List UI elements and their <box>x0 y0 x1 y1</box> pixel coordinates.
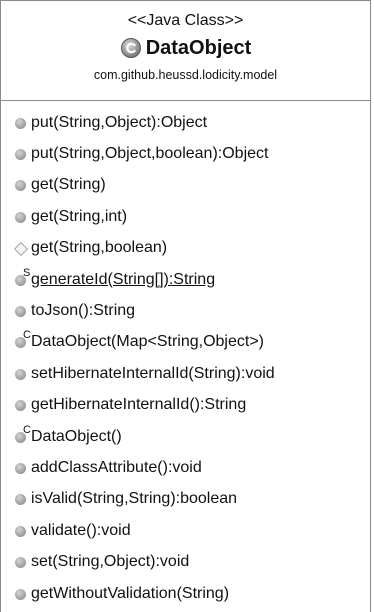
class-header: <<Java Class>> DataObject com.github.heu… <box>1 1 370 101</box>
member-signature: get(String,int) <box>31 207 128 225</box>
class-member: C DataObject(Map<String,Object>) <box>1 327 370 358</box>
class-member: set(String,Object):void <box>1 546 370 577</box>
class-member: setHibernateInternalId(String):void <box>1 358 370 389</box>
class-member: getWithoutValidation(String) <box>1 578 370 609</box>
member-signature: getHibernateInternalId():String <box>31 396 247 414</box>
public-visibility-icon <box>1 113 31 133</box>
public-visibility-icon <box>1 489 31 509</box>
member-signature: DataObject() <box>31 427 122 445</box>
public-visibility-icon <box>1 458 31 478</box>
class-member: SgenerateId(String[]):String <box>1 264 370 295</box>
class-member: get(String) <box>1 170 370 201</box>
public-visibility-icon <box>1 207 31 227</box>
public-visibility-icon <box>1 521 31 541</box>
member-signature: put(String,Object,boolean):Object <box>31 145 269 163</box>
public-visibility-icon <box>1 364 31 384</box>
public-visibility-icon <box>1 301 31 321</box>
package-visibility-icon <box>1 238 31 258</box>
member-signature: get(String,boolean) <box>31 239 168 257</box>
constructor-modifier-icon: C <box>23 423 31 436</box>
public-visibility-icon: S <box>1 266 31 290</box>
class-package: com.github.heussd.lodicity.model <box>93 68 278 82</box>
public-visibility-icon <box>1 175 31 195</box>
public-visibility-icon <box>1 584 31 604</box>
member-signature: isValid(String,String):boolean <box>31 490 238 508</box>
class-member: C DataObject() <box>1 421 370 452</box>
class-member: get(String,int) <box>1 201 370 232</box>
member-signature: put(String,Object):Object <box>31 113 208 131</box>
member-signature: set(String,Object):void <box>31 553 190 571</box>
class-name: DataObject <box>145 37 252 59</box>
class-member: toJson():String <box>1 295 370 326</box>
public-visibility-icon <box>1 144 31 164</box>
member-signature: setHibernateInternalId(String):void <box>31 364 275 382</box>
static-modifier-icon: S <box>23 266 31 279</box>
class-member: validate():void <box>1 515 370 546</box>
member-signature: addClassAttribute():void <box>31 458 202 476</box>
class-member: put(String,Object):Object <box>1 107 370 138</box>
constructor-modifier-icon: C <box>23 329 31 342</box>
public-visibility-icon: C <box>1 423 31 447</box>
member-signature: validate():void <box>31 521 131 539</box>
member-signature: toJson():String <box>31 302 136 320</box>
class-member: put(String,Object,boolean):Object <box>1 138 370 169</box>
member-signature: DataObject(Map<String,Object>) <box>31 333 264 351</box>
class-member: addClassAttribute():void <box>1 452 370 483</box>
class-member: get(String,boolean) <box>1 233 370 264</box>
public-visibility-icon <box>1 552 31 572</box>
member-signature: generateId(String[]):String <box>31 270 216 288</box>
class-stereotype: <<Java Class>> <box>127 12 244 29</box>
class-title-row: DataObject <box>1 35 370 61</box>
class-members: put(String,Object):Object put(String,Obje… <box>1 101 370 609</box>
class-member: getHibernateInternalId():String <box>1 390 370 421</box>
public-visibility-icon: C <box>1 329 31 352</box>
public-visibility-icon <box>1 395 31 415</box>
member-signature: getWithoutValidation(String) <box>31 584 230 602</box>
uml-class-box: <<Java Class>> DataObject com.github.heu… <box>0 0 371 612</box>
member-signature: get(String) <box>31 176 106 194</box>
class-member: isValid(String,String):boolean <box>1 484 370 515</box>
java-class-icon <box>120 37 142 59</box>
